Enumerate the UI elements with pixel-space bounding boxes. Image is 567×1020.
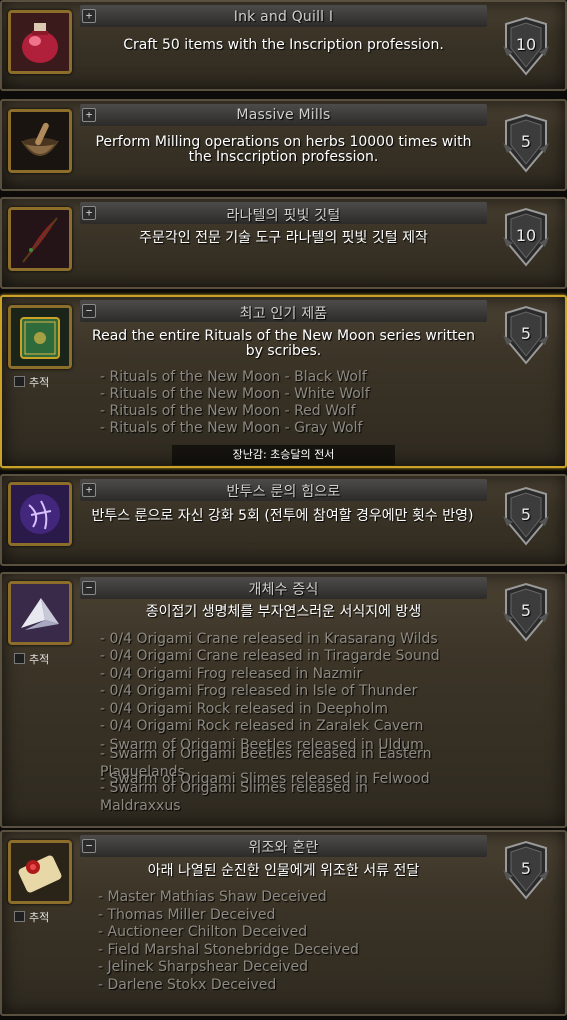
achievement-points-shield: 5 <box>501 582 551 644</box>
mortar-pestle-icon <box>8 109 72 173</box>
achievement-title: 반투스 룬의 힘으로 <box>226 484 341 500</box>
red-quill-icon <box>8 207 72 271</box>
achievement-title: 위조와 혼란 <box>248 840 319 856</box>
achievement-points: 5 <box>520 324 532 343</box>
achievement-description: Perform Milling operations on herbs 1000… <box>95 134 472 165</box>
achievement-points: 10 <box>515 226 537 245</box>
achievement-card-forgery-confusion[interactable]: − 위조와 혼란 추적 아래 나열된 순진한 인물에게 위조한 서류 전달 5 … <box>0 830 567 1016</box>
track-label: 추적 <box>29 911 50 924</box>
achievement-points: 5 <box>520 132 532 151</box>
criteria-item: - Rituals of the New Moon - White Wolf <box>100 386 370 402</box>
achievement-points: 5 <box>520 859 532 878</box>
criteria-item: - Jelinek Sharpshear Deceived <box>98 959 308 975</box>
achievement-description: 종이접기 생명체를 부자연스러운 서식지에 방생 <box>145 604 422 620</box>
reward-banner: 장난감: 초승달의 전서 <box>172 445 395 465</box>
achievement-title: 개체수 증식 <box>248 582 319 598</box>
criteria-item: - Swarm of Origami Slimes released in Ma… <box>100 780 368 814</box>
criteria-item: - 0/4 Origami Crane released in Tiragard… <box>100 648 440 664</box>
criteria-item: - 0/4 Origami Frog released in Nazmir <box>100 666 363 682</box>
purple-rune-icon <box>8 482 72 546</box>
achievement-title: Massive Mills <box>236 107 331 123</box>
criteria-item: - Darlene Stokx Deceived <box>98 977 277 993</box>
achievement-points-shield: 10 <box>501 16 551 78</box>
achievement-title: 최고 인기 제품 <box>239 306 328 322</box>
track-checkbox[interactable]: 추적 <box>14 909 49 925</box>
potion-icon <box>8 10 72 74</box>
criteria-item: - Rituals of the New Moon - Gray Wolf <box>100 420 363 436</box>
achievement-card-ink-and-quill[interactable]: + Ink and Quill I Craft 50 items with th… <box>0 0 567 91</box>
criteria-item: - 0/4 Origami Rock released in Deepholm <box>100 701 388 717</box>
scroll-seal-icon <box>8 840 72 904</box>
achievement-card-massive-mills[interactable]: + Massive Mills Perform Milling operatio… <box>0 99 567 191</box>
achievement-title: Ink and Quill I <box>233 9 334 25</box>
criteria-item: - Rituals of the New Moon - Black Wolf <box>100 369 367 385</box>
achievement-description: 주문각인 전문 기술 도구 라나텔의 핏빛 깃털 제작 <box>139 230 428 246</box>
green-book-icon <box>8 305 72 369</box>
criteria-item: - Thomas Miller Deceived <box>98 907 276 923</box>
criteria-item: - 0/4 Origami Rock released in Zaralek C… <box>100 718 424 734</box>
achievement-description: Craft 50 items with the Inscription prof… <box>123 37 444 53</box>
criteria-item: - Rituals of the New Moon - Red Wolf <box>100 403 356 419</box>
achievement-card-best-seller[interactable]: − 최고 인기 제품 추적 Read the entire Rituals of… <box>0 295 567 468</box>
achievement-points: 5 <box>520 505 532 524</box>
criteria-item: - 0/4 Origami Crane released in Krasaran… <box>100 631 438 647</box>
origami-crane-icon <box>8 581 72 645</box>
track-label: 추적 <box>29 653 50 666</box>
achievement-points: 5 <box>520 601 532 620</box>
criteria-item: - Master Mathias Shaw Deceived <box>98 889 327 905</box>
achievement-points: 10 <box>515 35 537 54</box>
achievement-points-shield: 5 <box>501 840 551 902</box>
track-checkbox[interactable]: 추적 <box>14 651 49 667</box>
criteria-item: - 0/4 Origami Frog released in Isle of T… <box>100 683 418 699</box>
track-label: 추적 <box>29 376 50 389</box>
track-checkbox[interactable]: 추적 <box>14 374 49 390</box>
achievement-points-shield: 5 <box>501 113 551 175</box>
achievement-description: 반투스 룬으로 자신 강화 5회 (전투에 참여할 경우에만 횟수 반영) <box>91 508 474 524</box>
achievement-card-vantus-rune[interactable]: + 반투스 룬의 힘으로 반투스 룬으로 자신 강화 5회 (전투에 참여할 경… <box>0 474 567 566</box>
achievement-points-shield: 10 <box>501 207 551 269</box>
achievement-points-shield: 5 <box>501 305 551 367</box>
achievement-description: 아래 나열된 순진한 인물에게 위조한 서류 전달 <box>147 863 420 879</box>
achievement-points-shield: 5 <box>501 486 551 548</box>
achievement-card-origami-population[interactable]: − 개체수 증식 추적 종이접기 생명체를 부자연스러운 서식지에 방생 5 -… <box>0 572 567 828</box>
criteria-item: - Auctioneer Chilton Deceived <box>98 924 308 940</box>
achievement-card-ranatels-feather[interactable]: + 라나텔의 핏빛 깃털 주문각인 전문 기술 도구 라나텔의 핏빛 깃털 제작… <box>0 197 567 289</box>
criteria-item: - Field Marshal Stonebridge Deceived <box>98 942 359 958</box>
achievement-description: Read the entire Rituals of the New Moon … <box>92 328 475 359</box>
achievement-title: 라나텔의 핏빛 깃털 <box>226 208 341 224</box>
